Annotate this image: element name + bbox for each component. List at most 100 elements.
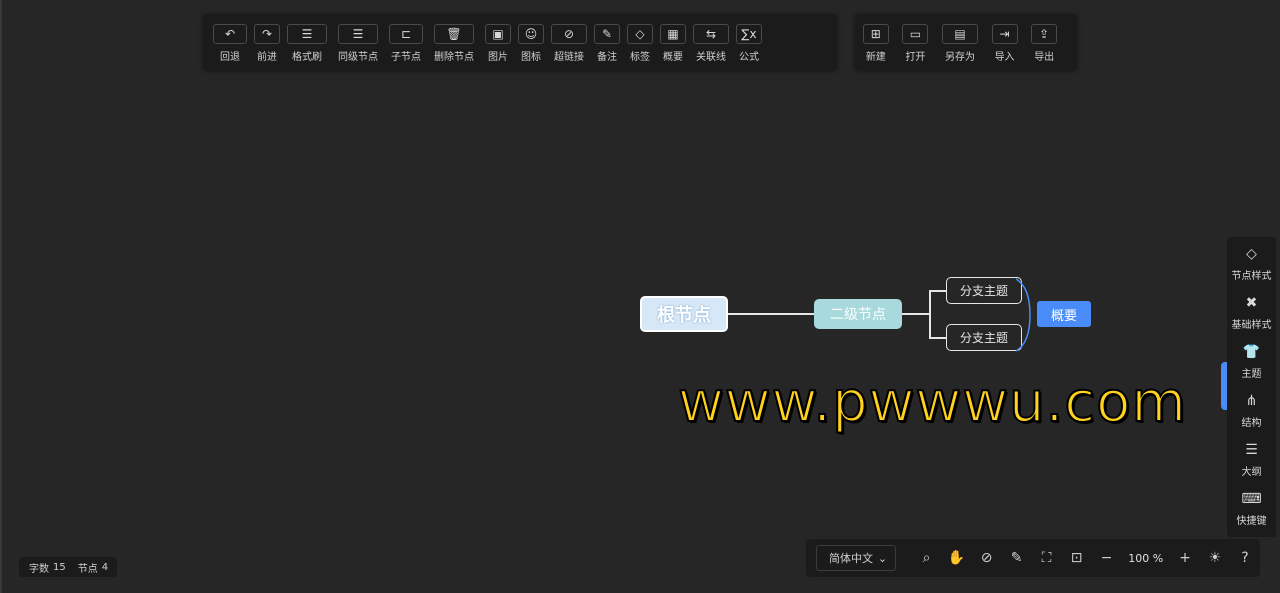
toolbar-label: 关联线 [696, 52, 726, 63]
note-icon: ✎ [594, 24, 620, 44]
branch-node-2[interactable]: 分支主题 [946, 324, 1022, 351]
node-style-icon: ◇ [1246, 246, 1257, 262]
toolbar-import-button[interactable]: ⇥ 导入 [990, 24, 1020, 63]
redo-icon: ↷ [254, 24, 280, 44]
outline-icon: ☰ [1245, 442, 1258, 458]
help-icon[interactable]: ? [1230, 550, 1260, 566]
toolbar-undo-button[interactable]: ↶ 回退 [211, 24, 249, 63]
search-icon[interactable]: ⌕ [912, 550, 942, 566]
sidebar-item-basic-style[interactable]: ✖ 基础样式 [1232, 292, 1272, 341]
theme-toggle-icon[interactable]: ☀ [1200, 550, 1230, 566]
toolbar-tag-button[interactable]: ◇ 标签 [625, 24, 655, 63]
toolbar-formula-button[interactable]: ∑x 公式 [734, 24, 764, 63]
structure-icon: ⋔ [1245, 393, 1258, 409]
toolbar-label: 删除节点 [434, 52, 474, 63]
fullscreen-icon[interactable]: ⊡ [1062, 550, 1092, 566]
sidebar-item-label: 大纲 [1241, 467, 1262, 478]
child-node-icon: ⊏ [389, 24, 423, 44]
navigator-icon[interactable]: ⊘ [972, 550, 1002, 566]
hand-icon[interactable]: ✋ [942, 550, 972, 566]
tag-icon: ◇ [627, 24, 653, 44]
toolbar-trash-button[interactable]: 🗑 删除节点 [428, 24, 480, 63]
toolbar-smiley-button[interactable]: ☺ 图标 [516, 24, 546, 63]
toolbar-label: 另存为 [945, 52, 975, 63]
watermark-text: www.pwwwu.com [677, 369, 1187, 436]
toolbar-association-line-button[interactable]: ⇆ 关联线 [691, 24, 731, 63]
summary-icon: ▦ [660, 24, 686, 44]
word-count-value: 15 [53, 561, 66, 573]
sidebar-item-keyboard[interactable]: ⌨ 快捷键 [1237, 488, 1267, 537]
undo-icon: ↶ [213, 24, 247, 44]
chevron-down-icon: ⌄ [877, 551, 888, 565]
zoom-out-icon[interactable]: − [1092, 550, 1122, 566]
import-icon: ⇥ [991, 24, 1018, 44]
language-value: 简体中文 [829, 552, 873, 565]
root-node[interactable]: 根节点 [640, 296, 728, 332]
toolbar-label: 打开 [905, 52, 926, 63]
sidebar-item-label: 基础样式 [1231, 320, 1272, 331]
sidebar-item-shirt[interactable]: 👕 主题 [1242, 341, 1262, 390]
link-icon: ⊘ [551, 24, 587, 44]
toolbar-label: 公式 [739, 52, 759, 63]
toolbar-image-button[interactable]: ▣ 图片 [483, 24, 513, 63]
toolbar-save-as-button[interactable]: ▤ 另存为 [940, 24, 980, 63]
save-as-icon: ▤ [942, 24, 978, 44]
toolbar-folder-open-button[interactable]: ▭ 打开 [901, 24, 931, 63]
toolbar-label: 标签 [630, 52, 650, 63]
association-line-icon: ⇆ [693, 24, 729, 44]
connector-fork-branch-1 [929, 290, 946, 292]
fit-canvas-icon[interactable]: ⛶ [1032, 550, 1062, 566]
summary-node[interactable]: 概要 [1037, 301, 1091, 327]
toolbar-sibling-node-button[interactable]: ☰ 同级节点 [332, 24, 384, 63]
toolbar-export-button[interactable]: ⇪ 导出 [1029, 24, 1059, 63]
new-file-icon: ⊞ [862, 24, 889, 44]
toolbar-label: 子节点 [391, 52, 421, 63]
formula-icon: ∑x [736, 24, 762, 44]
toolbar-label: 图片 [488, 52, 508, 63]
zoom-unit: % [1152, 551, 1164, 565]
second-level-node[interactable]: 二级节点 [814, 299, 902, 329]
toolbar-note-button[interactable]: ✎ 备注 [592, 24, 622, 63]
sidebar-item-label: 快捷键 [1236, 516, 1267, 527]
sidebar-item-outline[interactable]: ☰ 大纲 [1242, 439, 1262, 488]
sidebar-item-label: 节点样式 [1231, 271, 1272, 282]
node-count-label: 节点 [77, 563, 98, 575]
toolbar-label: 概要 [663, 52, 683, 63]
window-edge [0, 0, 2, 593]
export-icon: ⇪ [1031, 24, 1058, 44]
toolbar-label: 备注 [597, 52, 617, 63]
toolbar-redo-button[interactable]: ↷ 前进 [252, 24, 282, 63]
format-brush-icon: ☰ [287, 24, 327, 44]
main-toolbar: ↶ 回退 ↷ 前进 ☰ 格式刷 ☰ 同级节点 ⊏ 子节点 🗑 删除节点 ▣ 图片 ☺ 图标 ⊘ 超链接 ✎ 备注 ◇ 标签… [203, 14, 837, 70]
word-count-label: 字数 [29, 563, 49, 575]
toolbar-new-file-button[interactable]: ⊞ 新建 [861, 24, 891, 63]
toolbar-format-brush-button[interactable]: ☰ 格式刷 [285, 24, 329, 63]
basic-style-icon: ✖ [1245, 295, 1258, 311]
edit-icon[interactable]: ✎ [1002, 550, 1032, 566]
sidebar-item-label: 主题 [1241, 369, 1262, 380]
file-toolbar: ⊞ 新建 ▭ 打开 ▤ 另存为 ⇥ 导入 ⇪ 导出 [855, 14, 1077, 70]
branch-node-1[interactable]: 分支主题 [946, 277, 1022, 304]
toolbar-label: 图标 [521, 52, 541, 63]
zoom-level: 100 % [1122, 552, 1170, 565]
keyboard-icon: ⌨ [1241, 491, 1262, 507]
toolbar-label: 新建 [865, 52, 886, 63]
sidebar-item-label: 结构 [1241, 418, 1262, 429]
sidebar-item-structure[interactable]: ⋔ 结构 [1242, 390, 1262, 439]
toolbar-link-button[interactable]: ⊘ 超链接 [549, 24, 589, 63]
toolbar-child-node-button[interactable]: ⊏ 子节点 [387, 24, 425, 63]
toolbar-summary-button[interactable]: ▦ 概要 [658, 24, 688, 63]
smiley-icon: ☺ [518, 24, 544, 44]
toolbar-label: 格式刷 [292, 52, 322, 63]
toolbar-label: 前进 [257, 52, 277, 63]
connector-fork-branch-2 [929, 337, 946, 339]
language-select[interactable]: 简体中文 ⌄ [816, 545, 897, 571]
connector-fork-vertical [929, 290, 931, 338]
connector-second-fork [902, 313, 930, 315]
sidebar-item-node-style[interactable]: ◇ 节点样式 [1232, 243, 1272, 292]
zoom-in-icon[interactable]: + [1170, 550, 1200, 566]
toolbar-label: 同级节点 [338, 52, 378, 63]
zoom-value: 100 [1128, 551, 1150, 565]
toolbar-label: 导出 [1034, 52, 1055, 63]
connector-root-second [728, 313, 814, 315]
